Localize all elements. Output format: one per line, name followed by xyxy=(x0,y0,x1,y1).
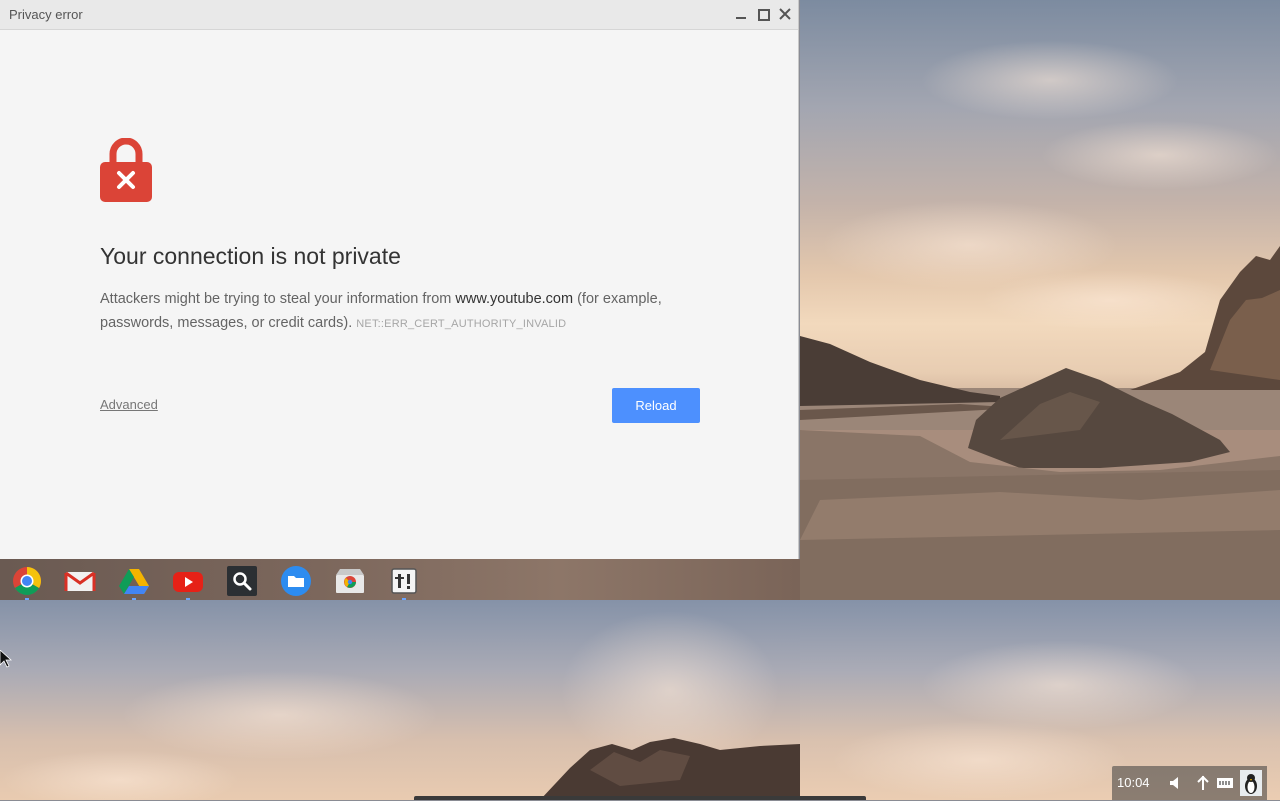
files-app[interactable] xyxy=(280,565,312,597)
maximize-icon xyxy=(758,9,770,21)
keyboard-icon[interactable] xyxy=(1216,774,1234,792)
close-icon xyxy=(779,8,791,20)
mouse-cursor-icon xyxy=(0,650,12,668)
description-text: Attackers might be trying to steal your … xyxy=(100,291,456,307)
shelf xyxy=(0,560,800,600)
desktop-wallpaper-secondary xyxy=(0,600,800,800)
browser-window: Privacy error Your connection is not pri… xyxy=(0,0,799,559)
advanced-link[interactable]: Advanced xyxy=(100,397,158,412)
gmail-app[interactable] xyxy=(64,565,96,597)
youtube-icon xyxy=(173,572,203,592)
clock[interactable]: 10:04 xyxy=(1117,775,1150,790)
network-icon[interactable] xyxy=(1194,774,1212,792)
search-app[interactable] xyxy=(226,565,258,597)
crosh-app[interactable] xyxy=(388,565,420,600)
title-bar[interactable]: Privacy error xyxy=(0,0,798,30)
minimize-icon xyxy=(736,17,746,19)
running-indicator xyxy=(186,598,190,600)
lock-error-icon xyxy=(100,138,152,202)
window-title: Privacy error xyxy=(9,7,83,22)
domain-name: www.youtube.com xyxy=(455,291,574,307)
system-tray[interactable]: 10:04 xyxy=(1112,766,1267,800)
terminal-icon xyxy=(391,568,417,594)
window-edge xyxy=(414,796,866,800)
volume-icon[interactable] xyxy=(1168,774,1186,792)
penguin-icon xyxy=(1245,774,1257,794)
page-title: Your connection is not private xyxy=(100,243,401,269)
google-drive-app[interactable] xyxy=(118,565,150,600)
reload-button[interactable]: Reload xyxy=(612,388,700,423)
web-store-icon xyxy=(336,569,364,593)
desktop-wallpaper xyxy=(800,0,1280,600)
avatar[interactable] xyxy=(1240,770,1262,796)
youtube-app[interactable] xyxy=(172,565,204,600)
close-button[interactable] xyxy=(776,5,794,23)
running-indicator xyxy=(402,598,406,600)
search-icon xyxy=(227,566,257,596)
folder-icon xyxy=(281,566,311,596)
maximize-button[interactable] xyxy=(754,5,772,23)
google-drive-icon xyxy=(119,569,149,594)
error-description: Attackers might be trying to steal your … xyxy=(100,287,700,336)
gmail-icon xyxy=(64,571,96,591)
web-store-app[interactable] xyxy=(334,565,366,597)
minimize-button[interactable] xyxy=(732,5,750,23)
chrome-app[interactable] xyxy=(11,565,43,600)
running-indicator xyxy=(25,598,29,600)
chrome-icon xyxy=(13,567,41,595)
error-code[interactable]: NET::ERR_CERT_AUTHORITY_INVALID xyxy=(356,318,566,330)
running-indicator xyxy=(132,598,136,600)
